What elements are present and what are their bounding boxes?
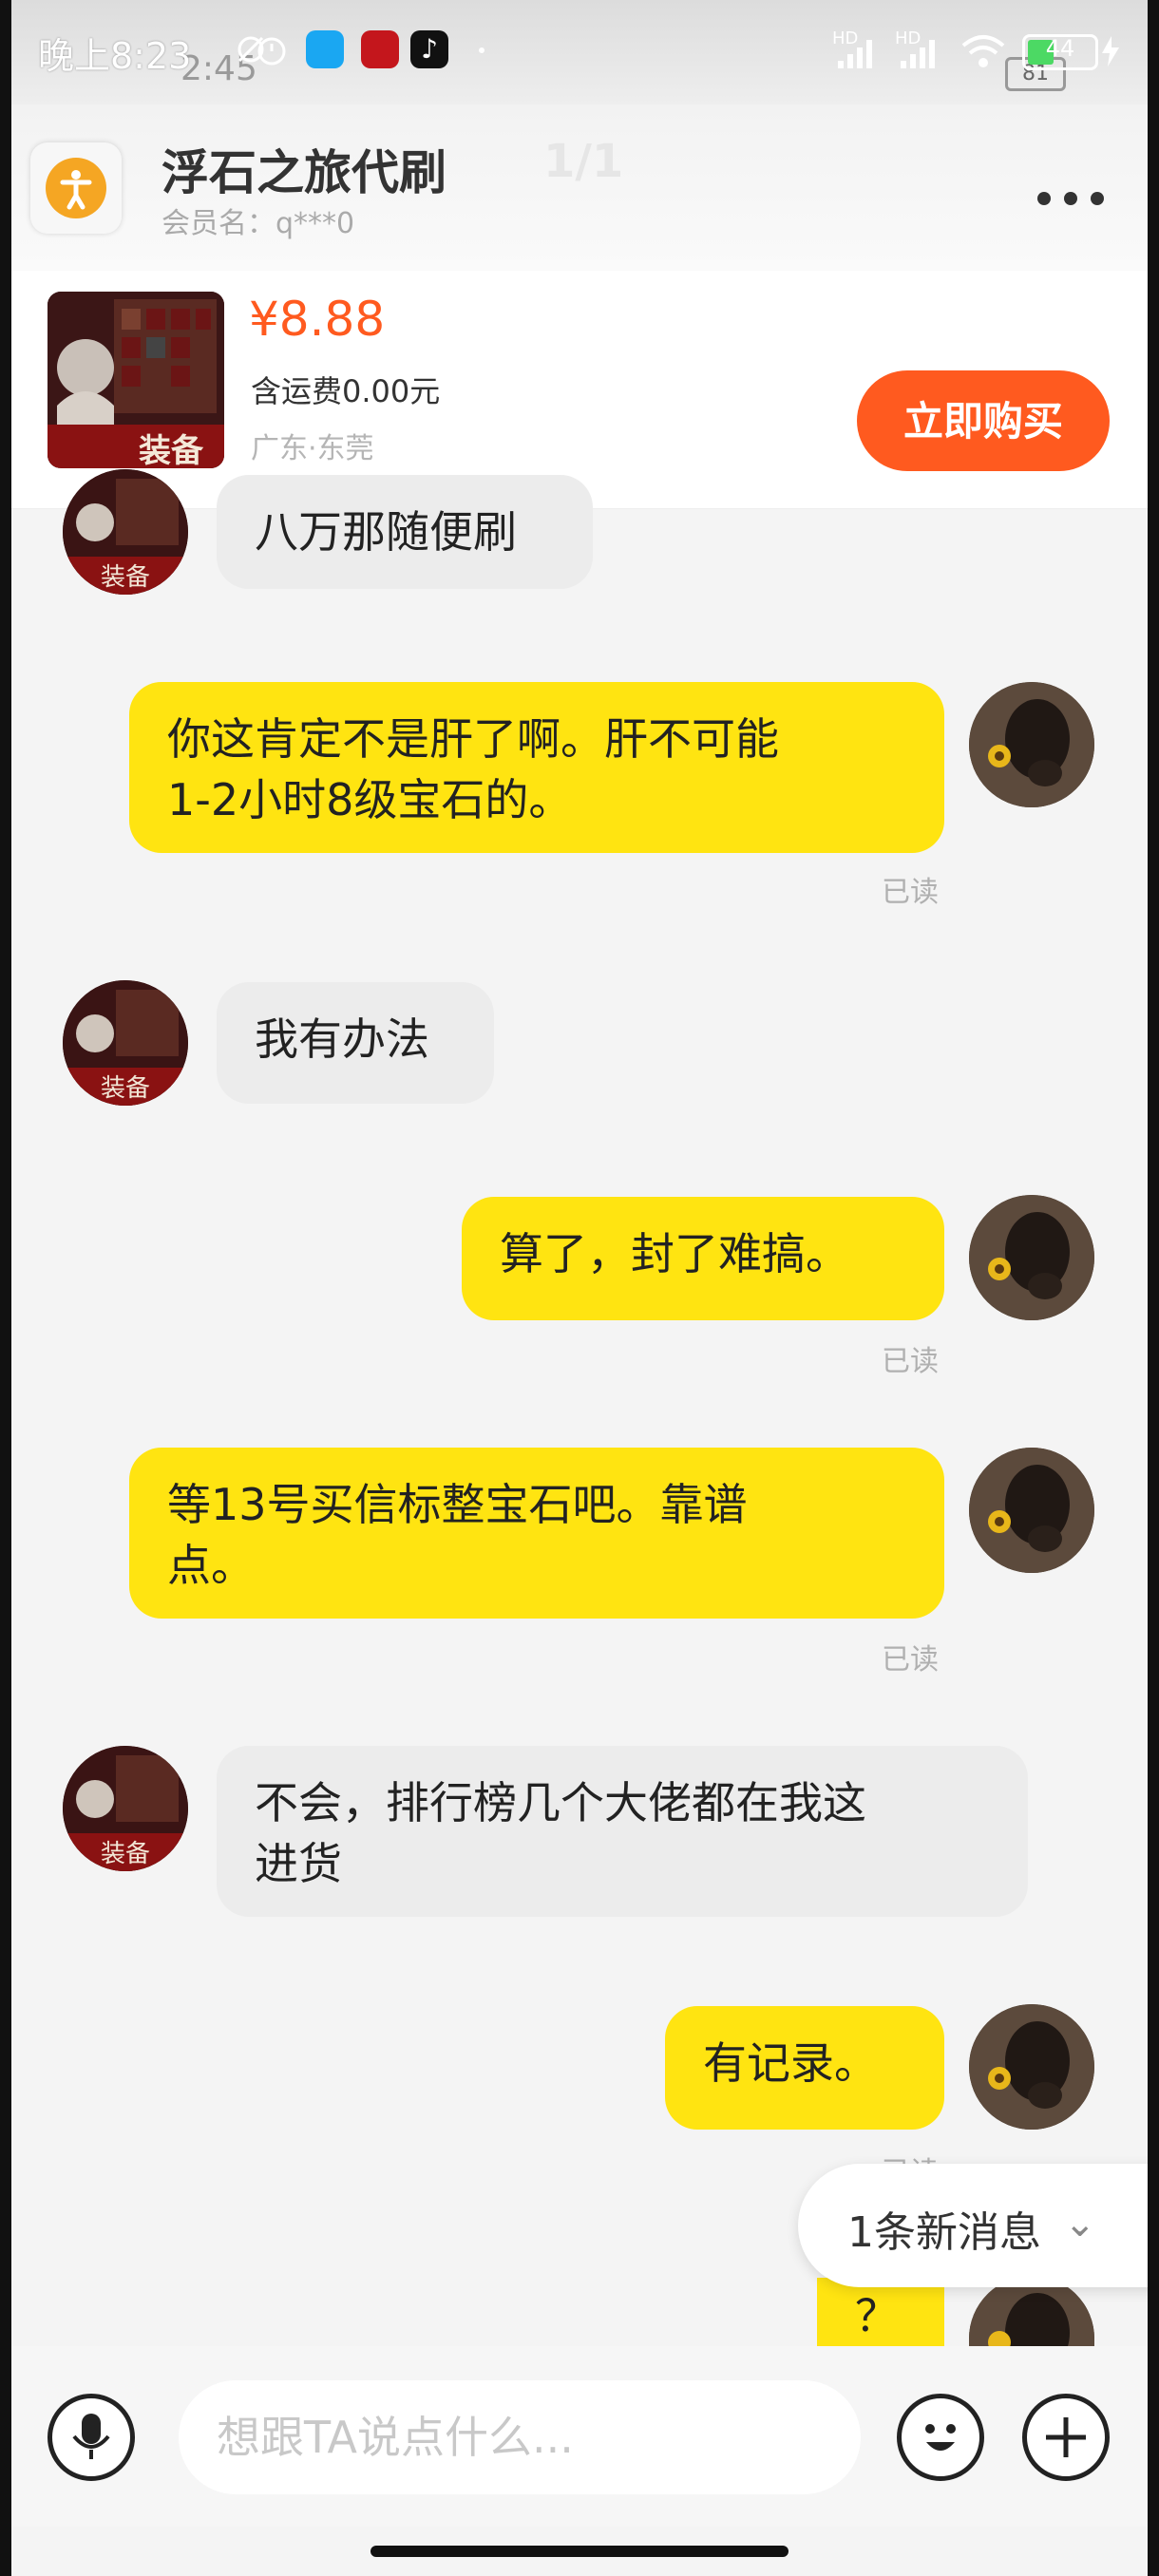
message-text: ？ (855, 2290, 899, 2341)
add-button[interactable] (1022, 2394, 1110, 2481)
signal-icon (901, 40, 935, 68)
chat-title: 浮石之旅代刷 (162, 145, 446, 200)
battery-percent: 44 (1045, 35, 1075, 62)
message-bubble[interactable]: 有记录。 (665, 2006, 944, 2130)
message-bubble[interactable]: 算了，封了难搞。 (462, 1197, 944, 1320)
message-bubble[interactable]: 你这肯定不是肝了啊。肝不可能 1-2小时8级宝石的。 (129, 682, 944, 853)
message-bubble[interactable]: 等13号买信标整宝石吧。靠谱 点。 (129, 1448, 944, 1619)
microphone-icon (72, 2414, 110, 2459)
chat-screen: 2:45 晚上8:23 ♪ HD HD 81 44 浮石之旅代刷 1/1 会员名… (0, 0, 1159, 2576)
voice-button[interactable] (48, 2394, 135, 2481)
product-thumbnail[interactable]: 装备 (48, 292, 224, 468)
screen-frame-left (0, 0, 11, 2576)
smiley-icon (925, 2424, 956, 2451)
page-indicator: 1/1 (543, 135, 624, 188)
message-text: 算了，封了难搞。 (500, 1228, 849, 1279)
input-bar (11, 2346, 1148, 2527)
shipping-info: 含运费0.00元 (251, 373, 441, 409)
chat-header: 浮石之旅代刷 1/1 会员名：q***0 (11, 104, 1148, 271)
screen-frame-right (1148, 0, 1159, 2576)
battery-icon: 44 (1022, 34, 1098, 70)
buyer-avatar[interactable] (969, 2276, 1094, 2354)
emoji-button[interactable] (897, 2394, 984, 2481)
svg-text:装备: 装备 (101, 1074, 150, 1103)
buyer-avatar[interactable] (969, 1195, 1094, 1320)
product-card[interactable]: 装备 ¥8.88 含运费0.00元 广东·东莞 立即购买 (11, 271, 1148, 509)
product-thumb-text: 装备 (139, 432, 203, 468)
message-text: 我有办法 (255, 1013, 429, 1065)
message-line: 不会，排行榜几个大佬都在我这 (255, 1777, 866, 1828)
read-status: 已读 (882, 1643, 939, 1676)
more-dot-icon (1091, 192, 1104, 205)
buy-now-button[interactable]: 立即购买 (857, 370, 1110, 471)
seller-location: 广东·东莞 (251, 432, 374, 465)
message-bubble[interactable]: 我有办法 (217, 982, 494, 1104)
message-line: 点。 (167, 1540, 255, 1591)
member-name: 会员名：q***0 (162, 207, 355, 240)
chevron-down-icon: ⌄ (1064, 2202, 1096, 2245)
tiktok-icon: ♪ (410, 30, 448, 68)
message-bubble[interactable]: ？ (817, 2278, 944, 2354)
message-text: 有记录。 (703, 2037, 878, 2089)
status-time: 晚上8:23 (38, 35, 192, 77)
read-status: 已读 (882, 876, 939, 909)
app-red-icon (361, 30, 399, 68)
plus-icon (1046, 2417, 1086, 2457)
read-status: 已读 (882, 1345, 939, 1378)
message-bubble[interactable]: 八万那随便刷 (217, 475, 593, 589)
product-price: ¥8.88 (249, 292, 386, 347)
message-line: 你这肯定不是肝了啊。肝不可能 (167, 713, 779, 765)
seller-avatar[interactable]: 装备 (63, 980, 188, 1106)
message-input[interactable] (179, 2380, 861, 2494)
accessibility-button[interactable] (30, 142, 122, 234)
buyer-avatar[interactable] (969, 2004, 1094, 2130)
signal-icon (838, 40, 872, 68)
accessibility-icon (46, 158, 106, 218)
svg-text:装备: 装备 (101, 563, 150, 592)
message-line: 进货 (255, 1838, 342, 1889)
buyer-avatar[interactable] (969, 682, 1094, 807)
message-line: 1-2小时8级宝石的。 (167, 774, 573, 825)
more-dot-icon (1037, 192, 1051, 205)
charging-icon (1102, 36, 1119, 66)
status-bar: 2:45 晚上8:23 ♪ HD HD 81 44 (0, 0, 1159, 104)
wifi-icon (961, 35, 1005, 67)
message-bubble[interactable]: 不会，排行榜几个大佬都在我这 进货 (217, 1746, 1028, 1917)
alarm-clock-icon (257, 37, 286, 66)
more-options-button[interactable] (1028, 180, 1113, 218)
app-blue-icon (306, 30, 344, 68)
seller-avatar[interactable]: 装备 (63, 469, 188, 595)
new-message-label: 1条新消息 (847, 2208, 1041, 2257)
svg-text:装备: 装备 (101, 1840, 150, 1868)
buyer-avatar[interactable] (969, 1448, 1094, 1573)
message-line: 等13号买信标整宝石吧。靠谱 (167, 1479, 748, 1530)
message-text: 八万那随便刷 (255, 506, 517, 558)
new-message-indicator[interactable]: 1条新消息 ⌄ (798, 2164, 1159, 2287)
seller-avatar[interactable]: 装备 (63, 1746, 188, 1871)
more-dot-icon (1064, 192, 1077, 205)
home-indicator[interactable] (370, 2546, 788, 2557)
dot-icon (479, 47, 484, 53)
